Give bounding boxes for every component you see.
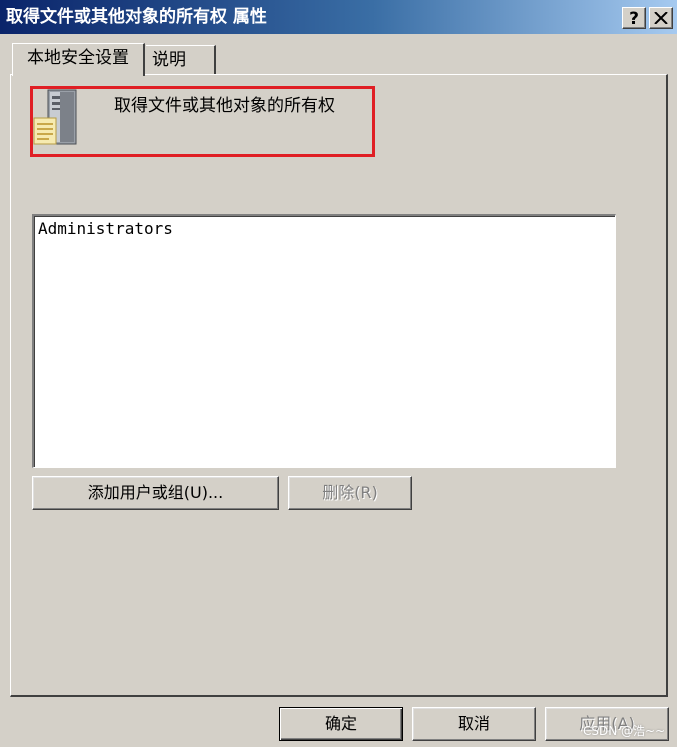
tab-panel: [10, 74, 668, 697]
close-icon: [654, 12, 668, 24]
properties-dialog: 取得文件或其他对象的所有权 属性 ? 本地安全设置 说明 取得文件或其他对象的所…: [0, 0, 677, 747]
help-button[interactable]: ?: [622, 7, 646, 29]
close-button[interactable]: [649, 7, 673, 29]
cancel-button[interactable]: 取消: [412, 707, 536, 741]
watermark: CSDN @浩~~: [583, 724, 666, 738]
tab-explain[interactable]: 说明: [146, 45, 216, 74]
window-title: 取得文件或其他对象的所有权 属性: [6, 7, 267, 27]
ok-button[interactable]: 确定: [279, 707, 403, 741]
highlight-box: [30, 86, 375, 157]
title-bar[interactable]: 取得文件或其他对象的所有权 属性 ?: [0, 0, 677, 34]
tab-local-security-setting[interactable]: 本地安全设置: [12, 43, 145, 76]
